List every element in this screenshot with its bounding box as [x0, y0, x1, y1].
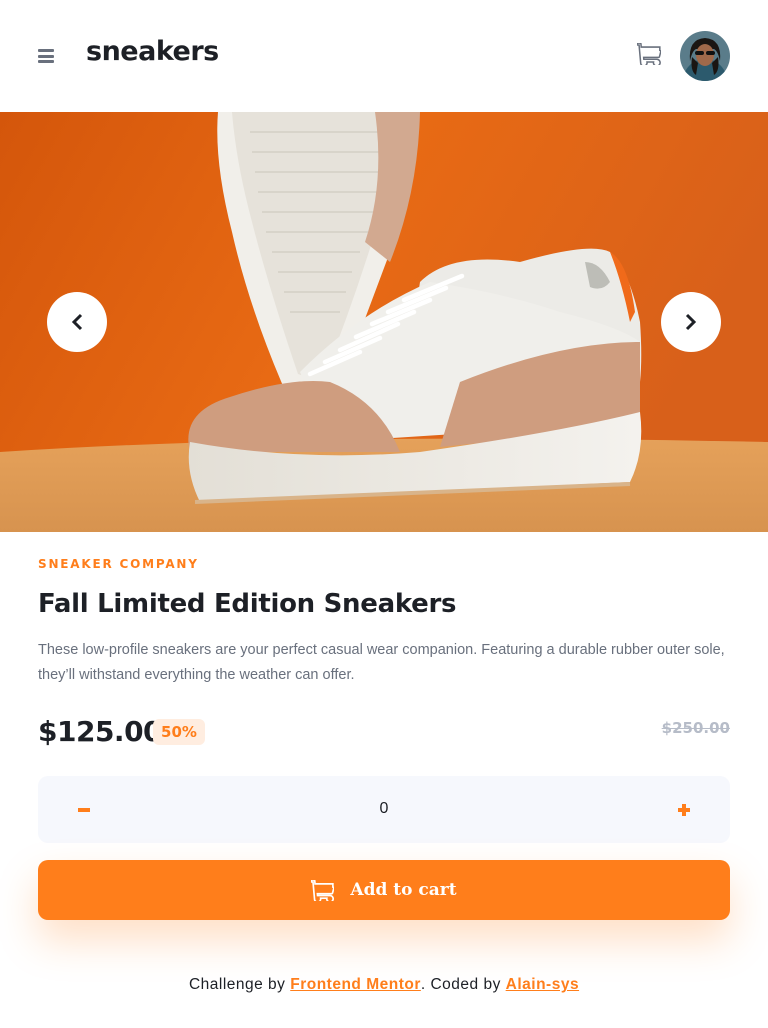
- product-title: Fall Limited Edition Sneakers: [38, 589, 457, 619]
- product-description: These low-profile sneakers are your perf…: [38, 642, 725, 683]
- frontend-mentor-link[interactable]: Frontend Mentor: [290, 976, 421, 993]
- avatar[interactable]: [680, 31, 730, 81]
- plus-icon[interactable]: [676, 800, 692, 820]
- add-to-cart-label: Add to cart: [350, 880, 457, 900]
- next-image-button[interactable]: [661, 292, 721, 352]
- quantity-value: 0: [379, 800, 389, 817]
- company-name: SNEAKER COMPANY: [38, 557, 199, 571]
- header: sneakers: [0, 0, 768, 112]
- logo[interactable]: sneakers: [86, 36, 219, 67]
- current-price: $125.00: [38, 715, 163, 748]
- attribution-middle: . Coded by: [420, 976, 506, 993]
- author-link[interactable]: Alain-sys: [506, 976, 579, 993]
- chevron-right-icon: [685, 313, 697, 331]
- previous-image-button[interactable]: [47, 292, 107, 352]
- product-image: [0, 112, 768, 532]
- cart-icon: [311, 879, 335, 901]
- original-price: $250.00: [661, 719, 730, 737]
- cart-icon[interactable]: [636, 42, 662, 67]
- chevron-left-icon: [71, 313, 83, 331]
- attribution: Challenge by Frontend Mentor. Coded by A…: [0, 976, 768, 994]
- attribution-prefix: Challenge by: [188, 976, 291, 993]
- add-to-cart-button[interactable]: Add to cart: [38, 860, 730, 920]
- discount-badge: 50%: [153, 719, 205, 745]
- sneaker-image: [0, 112, 768, 532]
- quantity-stepper: 0: [38, 776, 730, 843]
- menu-icon[interactable]: [38, 49, 54, 63]
